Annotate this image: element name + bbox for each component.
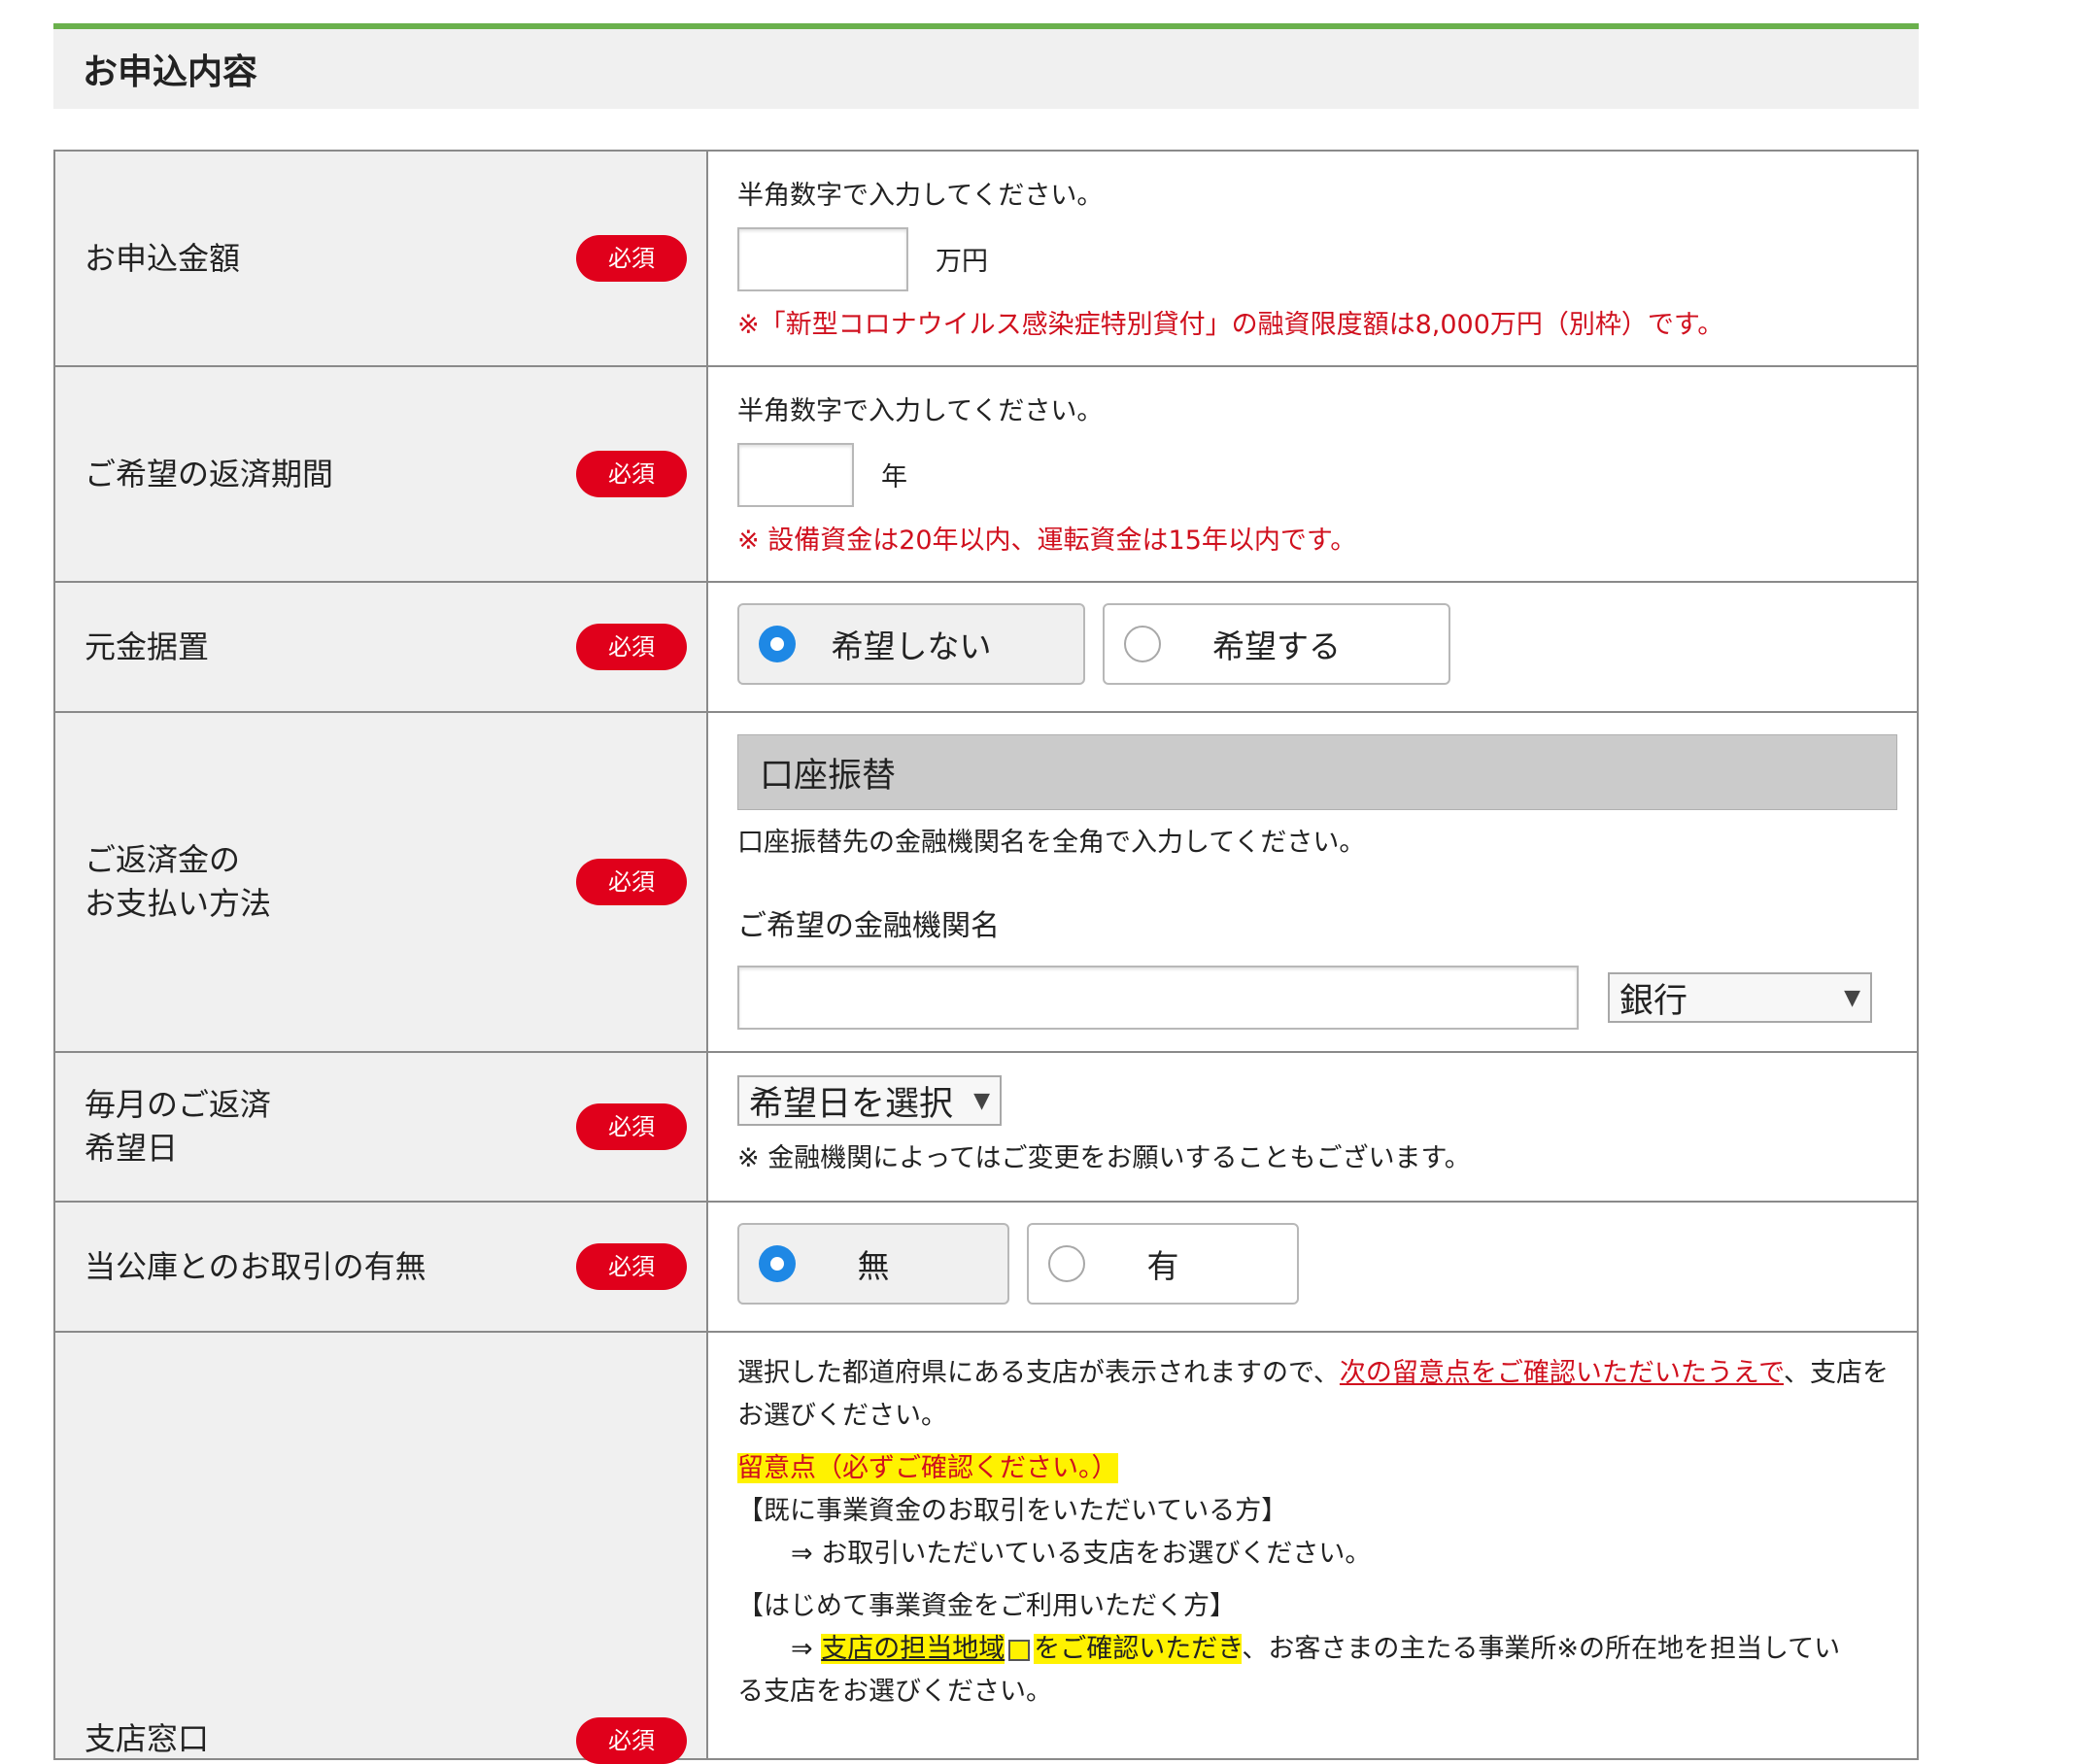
period-input[interactable] [737, 442, 854, 507]
section-title: お申込内容 [53, 23, 1919, 109]
period-unit: 年 [881, 462, 907, 492]
deferment-label: 元金据置 [85, 628, 210, 665]
dropdown-arrow-icon: ▼ [1844, 985, 1860, 1010]
payment-hint: 口座振替先の金融機関名を全角で入力してください。 [737, 828, 1366, 858]
repayment-day-value: 希望日を選択 [749, 1084, 954, 1124]
existing-text: ⇒ お取引いただいている支店をお選びください。 [791, 1539, 1372, 1569]
amount-input[interactable] [737, 226, 908, 291]
caution-title: 留意点（必ずご確認ください。） [737, 1453, 1118, 1483]
required-badge: 必須 [576, 1717, 687, 1764]
row-payment-method: ご返済金の お支払い方法 必須 口座振替 口座振替先の金融機関名を全角で入力して… [53, 711, 1919, 1053]
application-form-table: お申込金額 必須 半角数字で入力してください。 万円 ※「新型コロナウイルス感染… [53, 150, 1919, 1764]
row-amount: お申込金額 必須 半角数字で入力してください。 万円 ※「新型コロナウイルス感染… [53, 150, 1919, 367]
required-badge: 必須 [576, 1103, 687, 1150]
bank-type-select[interactable]: 銀行 ▼ [1608, 972, 1872, 1023]
row-branch: 支店窓口 必須 選択した都道府県にある支店が表示されますので、次の留意点をご確認… [53, 1331, 1919, 1764]
period-hint: 半角数字で入力してください。 [737, 395, 1104, 426]
monthly-note: ※ 金融機関によってはご変更をお願いすることもございます。 [737, 1143, 1471, 1173]
required-badge: 必須 [576, 1243, 687, 1290]
payment-label-cell: ご返済金の お支払い方法 必須 [53, 711, 708, 1053]
first-text-line2: る支店をお選びください。 [737, 1677, 1052, 1707]
row-deferment: 元金据置 必須 希望しない 希望する [53, 581, 1919, 713]
bank-type-value: 銀行 [1619, 981, 1688, 1021]
branch-label-cell: 支店窓口 必須 [53, 1331, 708, 1764]
bank-name-input[interactable] [737, 966, 1579, 1030]
transaction-label-cell: 当公庫とのお取引の有無 必須 [53, 1201, 708, 1333]
repayment-day-select[interactable]: 希望日を選択 ▼ [737, 1075, 1002, 1126]
amount-note: ※「新型コロナウイルス感染症特別貸付」の融資限度額は8,000万円（別枠）です。 [737, 309, 1724, 340]
required-badge: 必須 [576, 859, 687, 905]
bank-name-heading: ご希望の金融機関名 [737, 909, 1000, 943]
branch-intro-text: 選択した都道府県にある支店が表示されますので、 [737, 1358, 1340, 1388]
period-note: ※ 設備資金は20年以内、運転資金は15年以内です。 [737, 525, 1357, 556]
branch-area-highlight: をご確認いただき [1034, 1634, 1243, 1664]
required-badge: 必須 [576, 451, 687, 497]
transaction-option-no-label: 無 [857, 1246, 890, 1285]
amount-content-cell: 半角数字で入力してください。 万円 ※「新型コロナウイルス感染症特別貸付」の融資… [706, 150, 1919, 367]
first-text: 、お客さまの主たる事業所※の所在地を担当してい [1242, 1634, 1841, 1664]
row-period: ご希望の返済期間 必須 半角数字で入力してください。 年 ※ 設備資金は20年以… [53, 365, 1919, 583]
transaction-content-cell: 無 有 [706, 1201, 1919, 1333]
deferment-option-yes-label: 希望する [1212, 627, 1341, 665]
amount-hint: 半角数字で入力してください。 [737, 180, 1104, 211]
branch-label: 支店窓口 [85, 1720, 210, 1757]
amount-label: お申込金額 [85, 239, 241, 277]
deferment-option-no[interactable]: 希望しない [737, 602, 1085, 685]
external-link-icon [1008, 1639, 1031, 1661]
transaction-option-yes-label: 有 [1146, 1246, 1179, 1285]
deferment-label-cell: 元金据置 必須 [53, 581, 708, 713]
branch-intro: 選択した都道府県にある支店が表示されますので、次の留意点をご確認いただいたうえで… [737, 1352, 1897, 1395]
first-text-line: ⇒ 支店の担当地域 をご確認いただき、お客さまの主たる事業所※の所在地を担当してい [737, 1628, 1897, 1671]
payment-method-bar: 口座振替 [737, 734, 1897, 810]
transaction-label: 当公庫とのお取引の有無 [85, 1247, 426, 1285]
period-content-cell: 半角数字で入力してください。 年 ※ 設備資金は20年以内、運転資金は15年以内… [706, 365, 1919, 583]
row-monthly-day: 毎月のご返済 希望日 必須 希望日を選択 ▼ ※ 金融機関によってはご変更をお願… [53, 1051, 1919, 1203]
transaction-option-yes[interactable]: 有 [1027, 1222, 1299, 1305]
branch-intro-text-end: 、支店を [1784, 1358, 1890, 1388]
monthly-content-cell: 希望日を選択 ▼ ※ 金融機関によってはご変更をお願いすることもございます。 [706, 1051, 1919, 1203]
transaction-option-no[interactable]: 無 [737, 1222, 1009, 1305]
required-badge: 必須 [576, 624, 687, 670]
first-heading: 【はじめて事業資金をご利用いただく方】 [737, 1591, 1236, 1621]
form-container: お申込内容 お申込金額 必須 半角数字で入力してください。 万円 ※「新型コロナ… [53, 0, 1919, 1764]
dropdown-arrow-icon: ▼ [973, 1088, 990, 1113]
branch-content-cell: 選択した都道府県にある支店が表示されますので、次の留意点をご確認いただいたうえで… [706, 1331, 1919, 1760]
row-transaction: 当公庫とのお取引の有無 必須 無 有 [53, 1201, 1919, 1333]
amount-unit: 万円 [936, 247, 988, 277]
deferment-content-cell: 希望しない 希望する [706, 581, 1919, 713]
deferment-option-no-label: 希望しない [831, 627, 992, 665]
amount-label-cell: お申込金額 必須 [53, 150, 708, 367]
period-label-cell: ご希望の返済期間 必須 [53, 365, 708, 583]
payment-content-cell: 口座振替 口座振替先の金融機関名を全角で入力してください。 ご希望の金融機関名 … [706, 711, 1919, 1053]
branch-intro-line2: お選びください。 [737, 1401, 947, 1431]
deferment-option-yes[interactable]: 希望する [1103, 602, 1450, 685]
branch-area-link[interactable]: 支店の担当地域 [821, 1634, 1005, 1664]
monthly-label-cell: 毎月のご返済 希望日 必須 [53, 1051, 708, 1203]
required-badge: 必須 [576, 235, 687, 282]
period-label: ご希望の返済期間 [85, 455, 334, 492]
arrow-symbol: ⇒ [791, 1634, 813, 1664]
caution-link[interactable]: 次の留意点をご確認いただいたうえで [1340, 1358, 1784, 1388]
existing-heading: 【既に事業資金のお取引をいただいている方】 [737, 1496, 1288, 1526]
